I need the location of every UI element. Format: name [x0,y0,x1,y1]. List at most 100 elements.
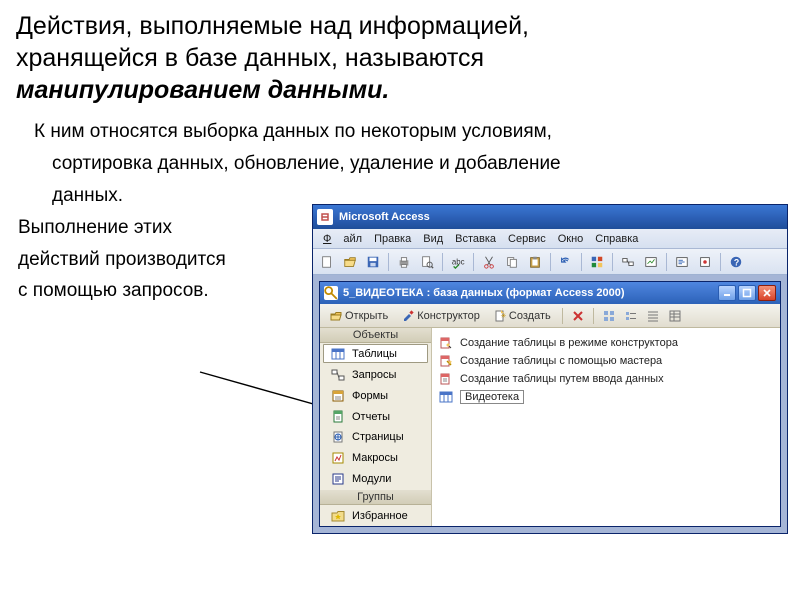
body-p4: с помощью запросов. [18,280,209,301]
db-create-button[interactable]: ✳ Создать [488,306,557,326]
menu-window[interactable]: Окно [552,233,590,245]
nav-modules[interactable]: Модули [323,470,428,489]
db-view-small-icon[interactable] [621,306,641,326]
query-icon [330,367,346,383]
db-view-details-icon[interactable] [665,306,685,326]
nav-pages-label: Страницы [352,431,404,443]
list-create-designer[interactable]: Создание таблицы в режиме конструктора [436,334,776,352]
nav-queries[interactable]: Запросы [323,365,428,384]
list-item-label: Видеотека [460,390,524,404]
menu-service[interactable]: Сервис [502,233,552,245]
folder-star-icon [330,508,346,524]
database-titlebar[interactable]: 5_ВИДЕОТЕКА : база данных (формат Access… [320,282,780,304]
database-toolbar: Открыть Конструктор ✳ Создать [320,304,780,328]
tb-cut-icon[interactable] [479,252,499,272]
nav-favorites-label: Избранное [352,510,408,522]
access-titlebar[interactable]: Microsoft Access [313,205,787,229]
tb-props-icon[interactable] [695,252,715,272]
nav-queries-label: Запросы [352,369,396,381]
body-p1a: К ним относятся выборка данных по некото… [34,121,552,142]
menu-help[interactable]: Справка [589,233,644,245]
db-view-list-icon[interactable] [643,306,663,326]
body-p3: действий производится [18,249,226,270]
tb-paste-icon[interactable] [525,252,545,272]
db-open-button[interactable]: Открыть [324,306,394,326]
list-column: Создание таблицы в режиме конструктора С… [432,328,780,526]
maximize-button[interactable] [738,285,756,301]
body-p1b: сортировка данных, обновление, удаление … [52,153,561,174]
tb-spell-icon[interactable]: abc [448,252,468,272]
tb-help-icon[interactable]: ? [726,252,746,272]
database-window: 5_ВИДЕОТЕКА : база данных (формат Access… [319,281,781,527]
list-item-label: Создание таблицы путем ввода данных [460,373,664,385]
tb-save-icon[interactable] [363,252,383,272]
db-delete-icon[interactable] [568,306,588,326]
nav-header-objects: Объекты [320,328,431,343]
list-item-label: Создание таблицы с помощью мастера [460,355,662,367]
nav-macros[interactable]: Макросы [323,449,428,468]
access-window: Microsoft Access Файл Правка Вид Вставка… [312,204,788,534]
minimize-button[interactable] [718,285,736,301]
slide-heading: Действия, выполняемые над информацией, х… [0,0,800,106]
body-p1c: данных. [52,185,123,206]
heading-line-2: хранящейся в базе данных, называются [16,44,484,72]
menu-edit[interactable]: Правка [368,233,417,245]
nav-tables[interactable]: Таблицы [323,344,428,363]
db-design-button[interactable]: Конструктор [396,306,486,326]
wizard-icon [438,353,454,369]
tb-office-icon[interactable] [587,252,607,272]
main-toolbar: abc ? [313,249,787,275]
list-table-videoteka[interactable]: Видеотека [436,388,776,406]
table-icon [330,346,346,362]
wizard-icon [438,371,454,387]
nav-modules-label: Модули [352,473,391,485]
list-item-label: Создание таблицы в режиме конструктора [460,337,678,349]
db-open-label: Открыть [345,310,388,322]
access-workspace: 5_ВИДЕОТЕКА : база данных (формат Access… [313,275,787,533]
nav-forms-label: Формы [352,390,388,402]
menu-insert[interactable]: Вставка [449,233,502,245]
wizard-icon [438,335,454,351]
macro-icon [330,450,346,466]
close-button[interactable] [758,285,776,301]
access-app-icon [317,209,333,225]
svg-text:✳: ✳ [500,312,506,320]
form-icon [330,388,346,404]
report-icon [330,409,346,425]
nav-macros-label: Макросы [352,452,398,464]
menu-view[interactable]: Вид [417,233,449,245]
module-icon [330,471,346,487]
menubar: Файл Правка Вид Вставка Сервис Окно Спра… [313,229,787,249]
db-key-icon [324,286,338,300]
nav-forms[interactable]: Формы [323,386,428,405]
nav-pages[interactable]: Страницы [323,428,428,447]
nav-tables-label: Таблицы [352,348,397,360]
page-icon [330,429,346,445]
nav-header-groups: Группы [320,490,431,505]
database-content: Объекты Таблицы Запросы Формы [320,328,780,526]
tb-open-icon[interactable] [340,252,360,272]
db-design-label: Конструктор [417,310,480,322]
svg-text:?: ? [734,257,739,267]
heading-line-1: Действия, выполняемые над информацией, [16,12,529,40]
tb-code-icon[interactable] [672,252,692,272]
tb-preview-icon[interactable] [417,252,437,272]
nav-favorites[interactable]: Избранное [323,506,428,525]
access-app-title: Microsoft Access [339,211,430,223]
tb-analyze-icon[interactable] [641,252,661,272]
body-p2: Выполнение этих [18,217,172,238]
tb-new-icon[interactable] [317,252,337,272]
db-view-large-icon[interactable] [599,306,619,326]
tb-rel-icon[interactable] [618,252,638,272]
tb-undo-icon[interactable] [556,252,576,272]
tb-copy-icon[interactable] [502,252,522,272]
nav-reports[interactable]: Отчеты [323,407,428,426]
nav-column: Объекты Таблицы Запросы Формы [320,328,432,526]
list-create-entry[interactable]: Создание таблицы путем ввода данных [436,370,776,388]
db-create-label: Создать [509,310,551,322]
tb-print-icon[interactable] [394,252,414,272]
menu-file[interactable]: Файл [317,233,368,245]
table-icon [438,389,454,405]
list-create-wizard[interactable]: Создание таблицы с помощью мастера [436,352,776,370]
database-title: 5_ВИДЕОТЕКА : база данных (формат Access… [343,287,625,299]
